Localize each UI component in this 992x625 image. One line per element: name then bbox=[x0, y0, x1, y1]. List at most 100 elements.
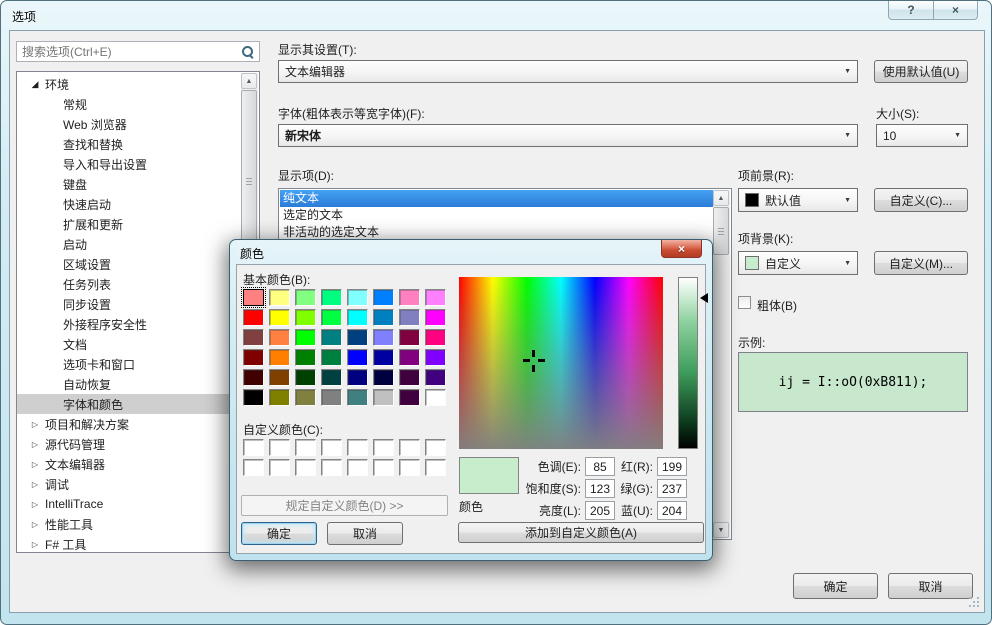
collapsed-arrow-icon[interactable]: ▷ bbox=[27, 500, 43, 509]
basic-color-swatch[interactable] bbox=[399, 369, 420, 386]
tree-item[interactable]: 查找和替换 bbox=[17, 134, 242, 154]
basic-color-swatch[interactable] bbox=[321, 309, 342, 326]
collapsed-arrow-icon[interactable]: ▷ bbox=[27, 460, 43, 469]
hue-input[interactable]: 85 bbox=[585, 457, 615, 476]
basic-color-swatch[interactable] bbox=[373, 349, 394, 366]
basic-color-swatch[interactable] bbox=[399, 289, 420, 306]
custom-color-swatch[interactable] bbox=[243, 459, 264, 476]
color-cancel-button[interactable]: 取消 bbox=[327, 522, 403, 545]
list-scrollbar[interactable]: ▲ ▼ bbox=[713, 190, 730, 538]
tree-item[interactable]: 文档 bbox=[17, 334, 242, 354]
foreground-custom-button[interactable]: 自定义(C)... bbox=[874, 188, 968, 212]
basic-color-swatch[interactable] bbox=[321, 389, 342, 406]
basic-color-swatch[interactable] bbox=[425, 369, 446, 386]
color-ok-button[interactable]: 确定 bbox=[241, 522, 317, 545]
display-item[interactable]: 纯文本 bbox=[280, 190, 714, 207]
tree-item[interactable]: 导入和导出设置 bbox=[17, 154, 242, 174]
basic-color-swatch[interactable] bbox=[399, 329, 420, 346]
tree-item[interactable]: 常规 bbox=[17, 94, 242, 114]
basic-color-swatch[interactable] bbox=[295, 389, 316, 406]
basic-color-swatch[interactable] bbox=[399, 349, 420, 366]
tree-item[interactable]: ▷源代码管理 bbox=[17, 434, 242, 454]
saturation-input[interactable]: 123 bbox=[585, 479, 615, 498]
scroll-up-icon[interactable]: ▲ bbox=[713, 190, 729, 206]
basic-color-swatch[interactable] bbox=[373, 389, 394, 406]
basic-color-swatch[interactable] bbox=[321, 289, 342, 306]
collapsed-arrow-icon[interactable]: ▷ bbox=[27, 420, 43, 429]
tree-item[interactable]: 启动 bbox=[17, 234, 242, 254]
custom-color-swatch[interactable] bbox=[295, 439, 316, 456]
basic-color-swatch[interactable] bbox=[347, 389, 368, 406]
basic-color-swatch[interactable] bbox=[243, 289, 264, 306]
custom-color-swatch[interactable] bbox=[347, 439, 368, 456]
tree-item[interactable]: 自动恢复 bbox=[17, 374, 242, 394]
use-defaults-button[interactable]: 使用默认值(U) bbox=[874, 60, 968, 83]
collapsed-arrow-icon[interactable]: ▷ bbox=[27, 540, 43, 549]
foreground-combobox[interactable]: 默认值 ▼ bbox=[738, 188, 858, 212]
cancel-button[interactable]: 取消 bbox=[888, 573, 973, 599]
basic-color-swatch[interactable] bbox=[243, 349, 264, 366]
tree-item[interactable]: ▷IntelliTrace bbox=[17, 494, 242, 514]
tree-item[interactable]: 键盘 bbox=[17, 174, 242, 194]
basic-color-swatch[interactable] bbox=[269, 389, 290, 406]
custom-color-swatch[interactable] bbox=[243, 439, 264, 456]
background-custom-button[interactable]: 自定义(M)... bbox=[874, 251, 968, 275]
hue-saturation-field[interactable] bbox=[459, 277, 663, 449]
tree-item[interactable]: ▷项目和解决方案 bbox=[17, 414, 242, 434]
custom-color-swatch[interactable] bbox=[269, 459, 290, 476]
tree-item[interactable]: 扩展和更新 bbox=[17, 214, 242, 234]
basic-color-swatch[interactable] bbox=[295, 369, 316, 386]
basic-color-swatch[interactable] bbox=[295, 349, 316, 366]
custom-color-swatch[interactable] bbox=[373, 439, 394, 456]
basic-color-swatch[interactable] bbox=[373, 329, 394, 346]
custom-color-swatch[interactable] bbox=[373, 459, 394, 476]
basic-color-swatch[interactable] bbox=[269, 369, 290, 386]
search-input[interactable] bbox=[17, 45, 241, 59]
size-combobox[interactable]: 10 ▼ bbox=[876, 124, 968, 147]
basic-color-swatch[interactable] bbox=[373, 289, 394, 306]
tree-item[interactable]: 选项卡和窗口 bbox=[17, 354, 242, 374]
basic-color-swatch[interactable] bbox=[373, 369, 394, 386]
custom-color-swatch[interactable] bbox=[425, 439, 446, 456]
basic-color-swatch[interactable] bbox=[295, 309, 316, 326]
help-button[interactable]: ? bbox=[888, 1, 933, 20]
tree-item[interactable]: 快速启动 bbox=[17, 194, 242, 214]
tree-item[interactable]: ◢环境 bbox=[17, 74, 242, 94]
tree-item[interactable]: Web 浏览器 bbox=[17, 114, 242, 134]
basic-color-swatch[interactable] bbox=[269, 309, 290, 326]
basic-color-swatch[interactable] bbox=[295, 289, 316, 306]
scheme-combobox[interactable]: 文本编辑器 ▼ bbox=[278, 60, 858, 83]
collapsed-arrow-icon[interactable]: ▷ bbox=[27, 520, 43, 529]
ok-button[interactable]: 确定 bbox=[793, 573, 878, 599]
basic-color-swatch[interactable] bbox=[425, 309, 446, 326]
basic-color-swatch[interactable] bbox=[425, 389, 446, 406]
luminance-bar[interactable] bbox=[678, 277, 698, 449]
basic-color-swatch[interactable] bbox=[347, 289, 368, 306]
tree-item[interactable]: 区域设置 bbox=[17, 254, 242, 274]
tree-item[interactable]: 字体和颜色 bbox=[17, 394, 242, 414]
luminance-input[interactable]: 205 bbox=[585, 501, 615, 520]
resize-grip-icon[interactable] bbox=[969, 597, 979, 607]
scroll-down-icon[interactable]: ▼ bbox=[713, 522, 729, 538]
tree-item[interactable]: ▷调试 bbox=[17, 474, 242, 494]
tree-item[interactable]: ▷F# 工具 bbox=[17, 534, 242, 553]
background-combobox[interactable]: 自定义 ▼ bbox=[738, 251, 858, 275]
basic-color-swatch[interactable] bbox=[425, 289, 446, 306]
custom-color-swatch[interactable] bbox=[321, 439, 342, 456]
basic-color-swatch[interactable] bbox=[321, 329, 342, 346]
basic-color-swatch[interactable] bbox=[269, 329, 290, 346]
basic-color-swatch[interactable] bbox=[347, 369, 368, 386]
basic-color-swatch[interactable] bbox=[425, 349, 446, 366]
blue-input[interactable]: 204 bbox=[657, 501, 687, 520]
basic-color-swatch[interactable] bbox=[373, 309, 394, 326]
basic-color-swatch[interactable] bbox=[347, 329, 368, 346]
tree-item[interactable]: ▷性能工具 bbox=[17, 514, 242, 534]
custom-color-swatch[interactable] bbox=[269, 439, 290, 456]
basic-color-swatch[interactable] bbox=[321, 349, 342, 366]
luminance-slider-icon[interactable] bbox=[700, 293, 708, 303]
display-item[interactable]: 选定的文本 bbox=[280, 207, 714, 224]
custom-color-swatch[interactable] bbox=[399, 459, 420, 476]
tree-item[interactable]: ▷文本编辑器 bbox=[17, 454, 242, 474]
font-combobox[interactable]: 新宋体 ▼ bbox=[278, 124, 858, 147]
basic-color-swatch[interactable] bbox=[347, 309, 368, 326]
